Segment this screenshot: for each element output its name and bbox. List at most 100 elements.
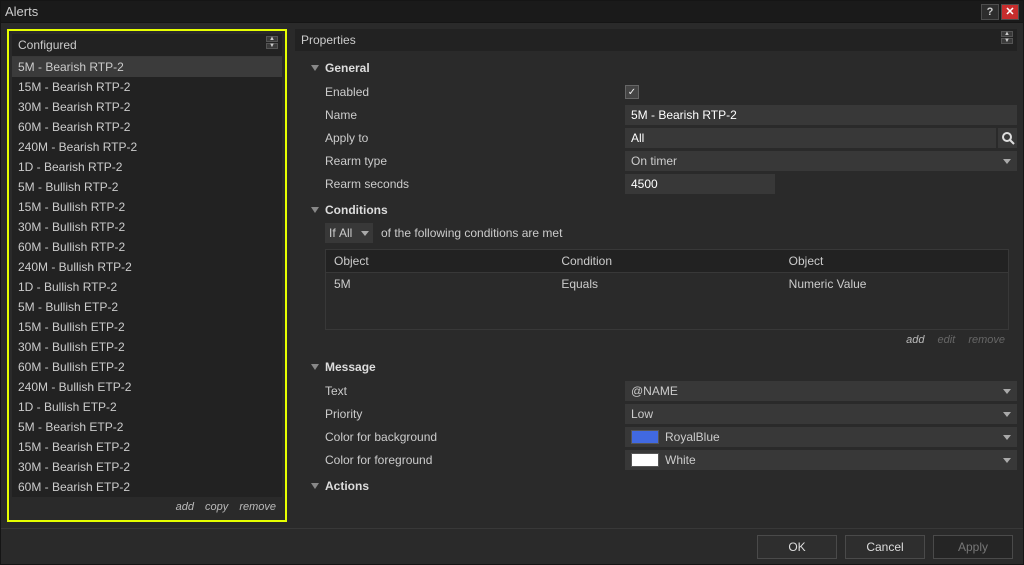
section-general-title: General	[325, 61, 370, 75]
chevron-up-icon[interactable]: ▲	[1001, 31, 1013, 37]
conditions-table: Object Condition Object 5M Equals Numeri…	[325, 249, 1009, 330]
applyto-label: Apply to	[325, 131, 625, 145]
section-conditions: Conditions If All of the following condi…	[311, 203, 1017, 352]
list-item[interactable]: 30M - Bearish RTP-2	[12, 97, 282, 117]
list-item[interactable]: 30M - Bearish ETP-2	[12, 457, 282, 477]
section-actions-title: Actions	[325, 479, 369, 493]
list-item[interactable]: 1D - Bearish RTP-2	[12, 157, 282, 177]
section-message-title: Message	[325, 360, 376, 374]
properties-header: Properties ▲ ▼	[295, 29, 1017, 51]
chevron-up-icon[interactable]: ▲	[266, 36, 278, 42]
cond-remove-button[interactable]: remove	[968, 334, 1005, 346]
row-object1: 5M	[326, 273, 553, 329]
chevron-down-icon[interactable]: ▼	[266, 43, 278, 49]
name-input[interactable]	[625, 105, 1017, 125]
conditions-if-suffix: of the following conditions are met	[381, 226, 562, 240]
cond-edit-button[interactable]: edit	[938, 334, 956, 346]
section-actions: Actions	[311, 479, 1017, 493]
section-general: General Enabled ✓ Name Apply to All	[311, 61, 1017, 195]
col-object2: Object	[781, 250, 1008, 272]
list-item[interactable]: 60M - Bearish ETP-2	[12, 477, 282, 497]
configured-header-label: Configured	[18, 38, 77, 52]
configured-spinner[interactable]: ▲ ▼	[266, 36, 278, 49]
row-object2: Numeric Value	[781, 273, 1008, 329]
help-icon[interactable]: ?	[981, 4, 999, 20]
applyto-input[interactable]: All	[625, 128, 996, 148]
enabled-checkbox[interactable]: ✓	[625, 85, 639, 99]
cancel-button[interactable]: Cancel	[845, 535, 925, 559]
list-item[interactable]: 15M - Bearish ETP-2	[12, 437, 282, 457]
window-body: Configured ▲ ▼ 5M - Bearish RTP-215M - B…	[1, 23, 1023, 528]
rearmtype-dropdown[interactable]: On timer	[625, 151, 1017, 171]
list-item[interactable]: 60M - Bullish RTP-2	[12, 237, 282, 257]
list-item[interactable]: 5M - Bearish ETP-2	[12, 417, 282, 437]
chevron-down-icon[interactable]: ▼	[1001, 38, 1013, 44]
col-condition: Condition	[553, 250, 780, 272]
enabled-label: Enabled	[325, 85, 625, 99]
copy-button[interactable]: copy	[205, 501, 228, 513]
text-label: Text	[325, 384, 625, 398]
list-item[interactable]: 240M - Bullish RTP-2	[12, 257, 282, 277]
search-icon[interactable]	[998, 128, 1017, 148]
list-item[interactable]: 1D - Bullish ETP-2	[12, 397, 282, 417]
name-label: Name	[325, 108, 625, 122]
properties-header-label: Properties	[301, 33, 356, 47]
list-item[interactable]: 15M - Bullish ETP-2	[12, 317, 282, 337]
rearmtype-label: Rearm type	[325, 154, 625, 168]
list-item[interactable]: 5M - Bearish RTP-2	[12, 57, 282, 77]
conditions-table-head: Object Condition Object	[326, 250, 1008, 273]
priority-dropdown[interactable]: Low	[625, 404, 1017, 424]
add-button[interactable]: add	[176, 501, 194, 513]
chevron-down-icon	[311, 364, 319, 370]
configured-header: Configured ▲ ▼	[12, 34, 282, 56]
remove-button[interactable]: remove	[239, 501, 276, 513]
titlebar: Alerts ? ✕	[1, 1, 1023, 23]
list-item[interactable]: 5M - Bullish RTP-2	[12, 177, 282, 197]
footer: OK Cancel Apply	[1, 528, 1023, 564]
section-conditions-header[interactable]: Conditions	[311, 203, 1017, 217]
rearmsec-input[interactable]	[625, 174, 775, 194]
list-item[interactable]: 1D - Bullish RTP-2	[12, 277, 282, 297]
section-conditions-title: Conditions	[325, 203, 388, 217]
col-object1: Object	[326, 250, 553, 272]
priority-label: Priority	[325, 407, 625, 421]
list-item[interactable]: 240M - Bearish RTP-2	[12, 137, 282, 157]
configured-list[interactable]: 5M - Bearish RTP-215M - Bearish RTP-230M…	[12, 56, 282, 497]
list-item[interactable]: 30M - Bullish ETP-2	[12, 337, 282, 357]
conditions-if-row: If All of the following conditions are m…	[325, 223, 1017, 243]
section-general-header[interactable]: General	[311, 61, 1017, 75]
chevron-down-icon	[311, 65, 319, 71]
bgcolor-dropdown[interactable]: RoyalBlue	[625, 427, 1017, 447]
conditions-table-row[interactable]: 5M Equals Numeric Value	[326, 273, 1008, 329]
apply-button[interactable]: Apply	[933, 535, 1013, 559]
configured-panel: Configured ▲ ▼ 5M - Bearish RTP-215M - B…	[7, 29, 287, 522]
chevron-down-icon	[311, 483, 319, 489]
fgcolor-swatch	[631, 453, 659, 467]
fgcolor-dropdown[interactable]: White	[625, 450, 1017, 470]
conditions-actions: add edit remove	[311, 330, 1017, 352]
fgcolor-label: Color for foreground	[325, 453, 625, 467]
list-item[interactable]: 240M - Bullish ETP-2	[12, 377, 282, 397]
close-icon[interactable]: ✕	[1001, 4, 1019, 20]
alerts-window: Alerts ? ✕ Configured ▲ ▼ 5M - Bearish R…	[0, 0, 1024, 565]
configured-actions: add copy remove	[12, 497, 282, 517]
properties-spinner[interactable]: ▲ ▼	[1001, 31, 1013, 44]
list-item[interactable]: 5M - Bullish ETP-2	[12, 297, 282, 317]
section-message-header[interactable]: Message	[311, 360, 1017, 374]
text-dropdown[interactable]: @NAME	[625, 381, 1017, 401]
list-item[interactable]: 60M - Bullish ETP-2	[12, 357, 282, 377]
bgcolor-label: Color for background	[325, 430, 625, 444]
section-actions-header[interactable]: Actions	[311, 479, 1017, 493]
list-item[interactable]: 15M - Bearish RTP-2	[12, 77, 282, 97]
conditions-if-mode[interactable]: If All	[325, 223, 373, 243]
rearmsec-label: Rearm seconds	[325, 177, 625, 191]
list-item[interactable]: 30M - Bullish RTP-2	[12, 217, 282, 237]
bgcolor-swatch	[631, 430, 659, 444]
cond-add-button[interactable]: add	[906, 334, 924, 346]
ok-button[interactable]: OK	[757, 535, 837, 559]
list-item[interactable]: 60M - Bearish RTP-2	[12, 117, 282, 137]
properties-panel: Properties ▲ ▼ General Enabled ✓	[295, 29, 1017, 522]
list-item[interactable]: 15M - Bullish RTP-2	[12, 197, 282, 217]
row-condition: Equals	[553, 273, 780, 329]
properties-body: General Enabled ✓ Name Apply to All	[295, 51, 1017, 522]
